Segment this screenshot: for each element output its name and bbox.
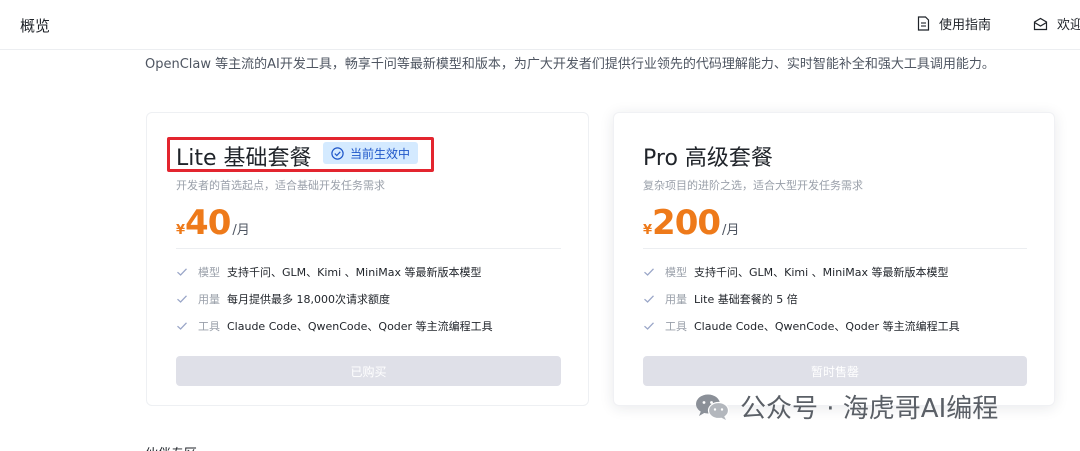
feature-item: 工具 Claude Code、QwenCode、Qoder 等主流编程工具 — [643, 318, 960, 334]
feature-text: 支持千问、GLM、Kimi 、MiniMax 等最新版本模型 — [694, 266, 949, 279]
feature-label: 工具 — [198, 320, 220, 333]
plan-card-pro: Pro 高级套餐 复杂项目的进阶之选，适合大型开发任务需求 ¥ 200 /月 模… — [613, 112, 1055, 406]
watermark-text: 公众号 · 海虎哥AI编程 — [740, 394, 999, 424]
document-icon — [917, 16, 930, 31]
feature-item: 模型 支持千问、GLM、Kimi 、MiniMax 等最新版本模型 — [176, 264, 482, 280]
check-circle-icon — [331, 146, 344, 160]
feature-item: 工具 Claude Code、QwenCode、Qoder 等主流编程工具 — [176, 318, 493, 334]
plan-price: ¥ 40 /月 — [176, 203, 250, 243]
price-unit: /月 — [232, 223, 250, 238]
check-icon — [177, 268, 187, 276]
next-section-heading: 伙伴专区 — [145, 443, 197, 451]
check-icon — [644, 322, 654, 330]
check-icon — [644, 268, 654, 276]
sold-out-button[interactable]: 暂时售罄 — [643, 356, 1027, 386]
plan-name: Lite 基础套餐 — [176, 146, 312, 171]
user-guide-link[interactable]: 使用指南 — [917, 14, 991, 33]
current-plan-badge: 当前生效中 — [323, 142, 419, 164]
badge-label: 当前生效中 — [350, 146, 411, 161]
feature-text: 支持千问、GLM、Kimi 、MiniMax 等最新版本模型 — [227, 266, 482, 279]
intro-text: OpenClaw 等主流的AI开发工具，畅享千问等最新模型和版本，为广大开发者们… — [145, 57, 995, 72]
feature-label: 模型 — [198, 266, 220, 279]
wechat-icon — [696, 394, 730, 420]
price-currency: ¥ — [176, 223, 186, 238]
card-divider — [643, 248, 1027, 249]
page-title: 概览 — [20, 17, 51, 35]
feature-text: Claude Code、QwenCode、Qoder 等主流编程工具 — [227, 320, 493, 333]
welcome-label: 欢迎 — [1057, 18, 1080, 33]
feature-text: Claude Code、QwenCode、Qoder 等主流编程工具 — [694, 320, 960, 333]
user-guide-label: 使用指南 — [939, 18, 992, 33]
welcome-link[interactable]: 欢迎 — [1033, 14, 1080, 33]
feature-label: 模型 — [665, 266, 687, 279]
feature-text: Lite 基础套餐的 5 倍 — [694, 293, 798, 306]
feature-label: 用量 — [665, 293, 687, 306]
feature-item: 模型 支持千问、GLM、Kimi 、MiniMax 等最新版本模型 — [643, 264, 949, 280]
feature-label: 用量 — [198, 293, 220, 306]
price-currency: ¥ — [643, 223, 653, 238]
feature-item: 用量 每月提供最多 18,000次请求额度 — [176, 291, 390, 307]
check-icon — [177, 295, 187, 303]
mail-icon — [1033, 17, 1048, 30]
feature-label: 工具 — [665, 320, 687, 333]
check-icon — [177, 322, 187, 330]
card-divider — [176, 248, 561, 249]
purchased-button[interactable]: 已购买 — [176, 356, 561, 386]
wechat-watermark: 公众号 · 海虎哥AI编程 — [694, 388, 998, 425]
price-unit: /月 — [722, 223, 740, 238]
price-amount: 40 — [185, 203, 231, 243]
feature-text: 每月提供最多 18,000次请求额度 — [227, 293, 390, 306]
plan-name: Pro 高级套餐 — [643, 146, 773, 171]
plan-card-lite: Lite 基础套餐 当前生效中 开发者的首选起点，适合基础开发任务需求 ¥ 40… — [146, 112, 589, 406]
plan-description: 复杂项目的进阶之选，适合大型开发任务需求 — [643, 179, 863, 192]
plan-description: 开发者的首选起点，适合基础开发任务需求 — [176, 179, 385, 192]
top-bar: 概览 使用指南 欢迎 — [0, 0, 1080, 50]
check-icon — [644, 295, 654, 303]
plan-price: ¥ 200 /月 — [643, 203, 739, 243]
price-amount: 200 — [652, 203, 721, 243]
feature-item: 用量 Lite 基础套餐的 5 倍 — [643, 291, 798, 307]
